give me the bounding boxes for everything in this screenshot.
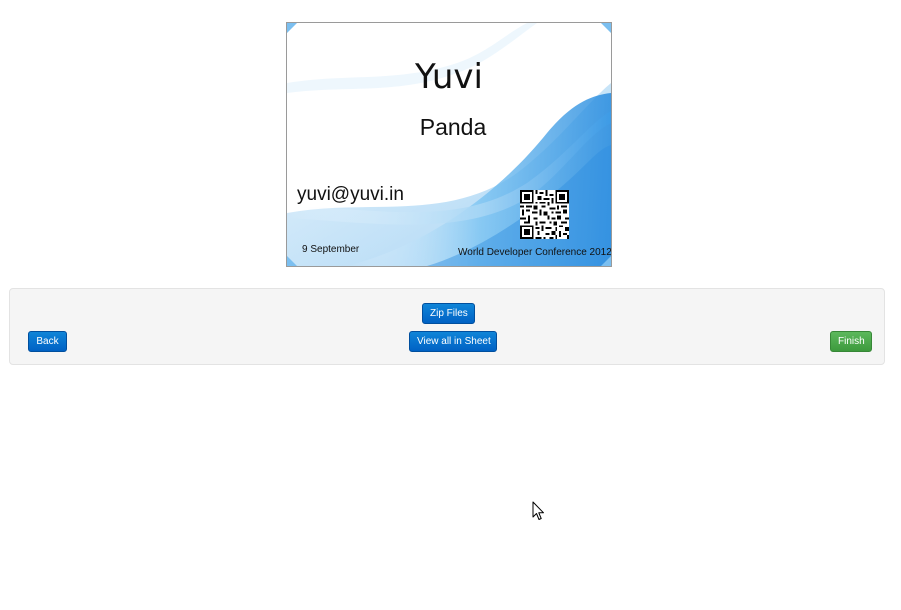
badge-email: yuvi@yuvi.in (297, 184, 404, 205)
badge-last-name: Panda (419, 114, 487, 140)
actions-panel: Zip Files View all in Sheet Back Finish (9, 288, 885, 365)
back-button[interactable]: Back (28, 331, 67, 352)
view-all-in-sheet-button[interactable]: View all in Sheet (409, 331, 497, 352)
qr-code-icon (520, 190, 569, 239)
page: Yuvi Panda yuvi@yuvi.in 9 September Worl… (0, 0, 901, 610)
badge-first-name: Yuvi (415, 57, 483, 97)
badge-event-name: World Developer Conference 2012 (458, 247, 612, 258)
mouse-pointer-icon (532, 501, 544, 520)
finish-button[interactable]: Finish (830, 331, 872, 352)
zip-files-button[interactable]: Zip Files (422, 303, 475, 324)
badge-preview: Yuvi Panda yuvi@yuvi.in 9 September Worl… (286, 22, 612, 267)
badge-date: 9 September (302, 244, 360, 255)
